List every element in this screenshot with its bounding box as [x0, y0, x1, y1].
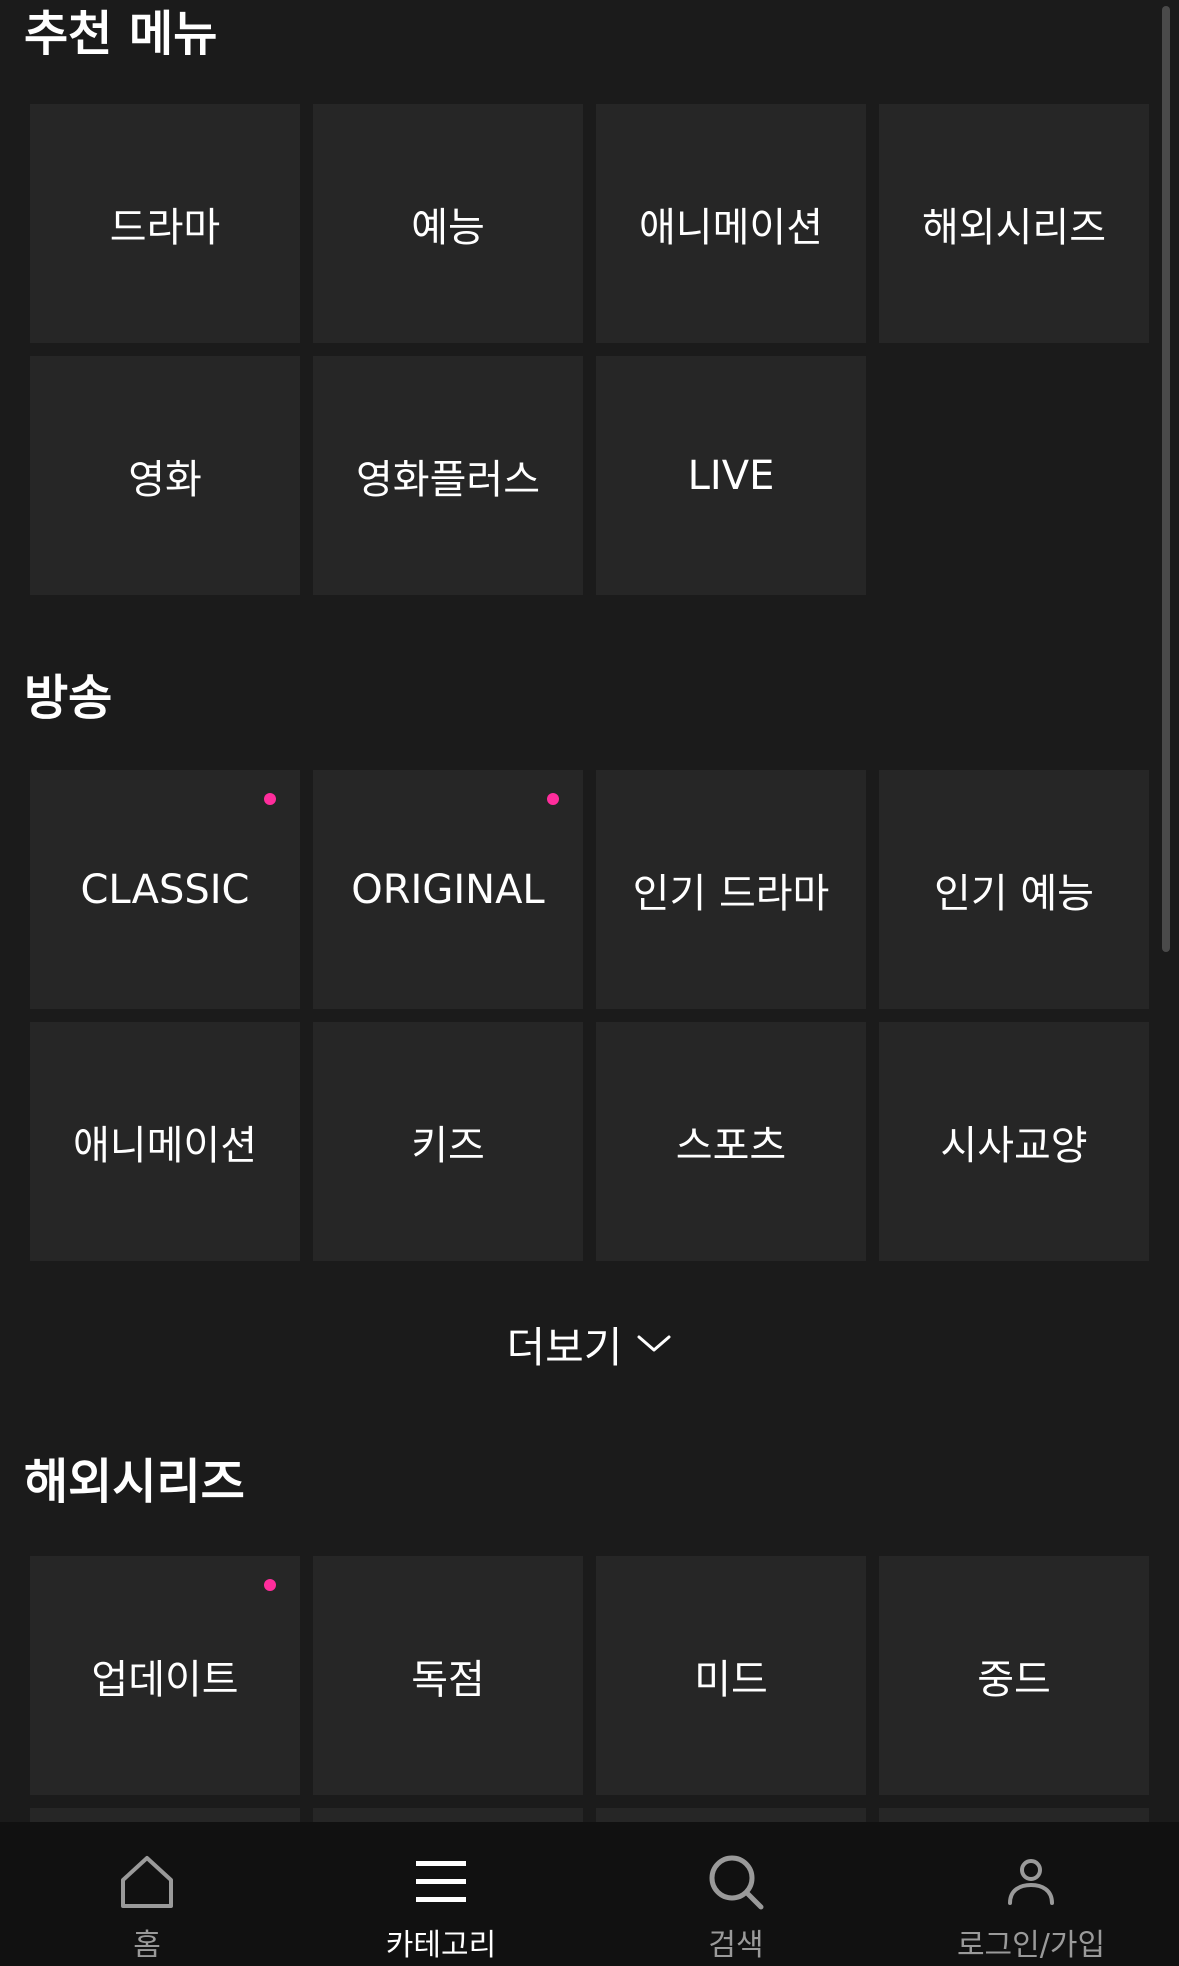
- menu-icon: [415, 1850, 467, 1914]
- tile-sports[interactable]: 스포츠: [596, 1022, 866, 1261]
- nav-home-label: 홈: [133, 1928, 161, 1963]
- tile-animation-broadcast[interactable]: 애니메이션: [30, 1022, 300, 1261]
- tile-update[interactable]: 업데이트: [30, 1556, 300, 1795]
- tile-popular-drama[interactable]: 인기 드라마: [596, 770, 866, 1009]
- overseas-grid: 업데이트 독점 미드 중드: [30, 1556, 1149, 1822]
- tile-label: 업데이트: [91, 1656, 239, 1703]
- nav-home[interactable]: 홈: [37, 1822, 257, 1966]
- chevron-down-icon: [637, 1335, 671, 1352]
- bottom-nav: 홈 카테고리 검색 로그인/가입: [0, 1822, 1179, 1966]
- search-icon: [707, 1850, 765, 1914]
- tile-current-affairs[interactable]: 시사교양: [879, 1022, 1149, 1261]
- more-button[interactable]: 더보기: [0, 1312, 1179, 1376]
- broadcast-grid: CLASSIC ORIGINAL 인기 드라마 인기 예능 애니메이션 키즈 스…: [30, 770, 1149, 1261]
- tile-movie[interactable]: 영화: [30, 356, 300, 595]
- section-title-overseas: 해외시리즈: [24, 1454, 245, 1510]
- nav-category[interactable]: 카테고리: [331, 1822, 551, 1966]
- nav-login-label: 로그인/가입: [956, 1928, 1106, 1963]
- tile-chinese-drama[interactable]: 중드: [879, 1556, 1149, 1795]
- tile-classic[interactable]: CLASSIC: [30, 770, 300, 1009]
- new-dot-icon: [264, 793, 276, 805]
- tile-partial[interactable]: [30, 1808, 300, 1822]
- section-title-broadcast: 방송: [24, 670, 113, 726]
- tile-partial[interactable]: [879, 1808, 1149, 1822]
- tile-us-drama[interactable]: 미드: [596, 1556, 866, 1795]
- nav-search[interactable]: 검색: [626, 1822, 846, 1966]
- section-title-recommended: 추천 메뉴: [24, 6, 218, 62]
- new-dot-icon: [547, 793, 559, 805]
- new-dot-icon: [264, 1579, 276, 1591]
- nav-search-label: 검색: [708, 1928, 764, 1963]
- tile-popular-variety[interactable]: 인기 예능: [879, 770, 1149, 1009]
- tile-partial[interactable]: [596, 1808, 866, 1822]
- tile-label: ORIGINAL: [351, 866, 545, 913]
- tile-kids[interactable]: 키즈: [313, 1022, 583, 1261]
- nav-category-label: 카테고리: [385, 1928, 497, 1963]
- scrollbar[interactable]: [1162, 6, 1170, 952]
- nav-login[interactable]: 로그인/가입: [921, 1822, 1141, 1966]
- more-button-label: 더보기: [506, 1322, 623, 1372]
- tile-variety[interactable]: 예능: [313, 104, 583, 343]
- tile-drama[interactable]: 드라마: [30, 104, 300, 343]
- tile-overseas-series[interactable]: 해외시리즈: [879, 104, 1149, 343]
- tile-partial[interactable]: [313, 1808, 583, 1822]
- user-icon: [1006, 1850, 1056, 1914]
- tile-animation[interactable]: 애니메이션: [596, 104, 866, 343]
- recommended-grid: 드라마 예능 애니메이션 해외시리즈 영화 영화플러스 LIVE: [30, 104, 1149, 595]
- home-icon: [118, 1850, 176, 1914]
- tile-live[interactable]: LIVE: [596, 356, 866, 595]
- tile-original[interactable]: ORIGINAL: [313, 770, 583, 1009]
- tile-label: CLASSIC: [80, 866, 250, 913]
- tile-exclusive[interactable]: 독점: [313, 1556, 583, 1795]
- tile-movie-plus[interactable]: 영화플러스: [313, 356, 583, 595]
